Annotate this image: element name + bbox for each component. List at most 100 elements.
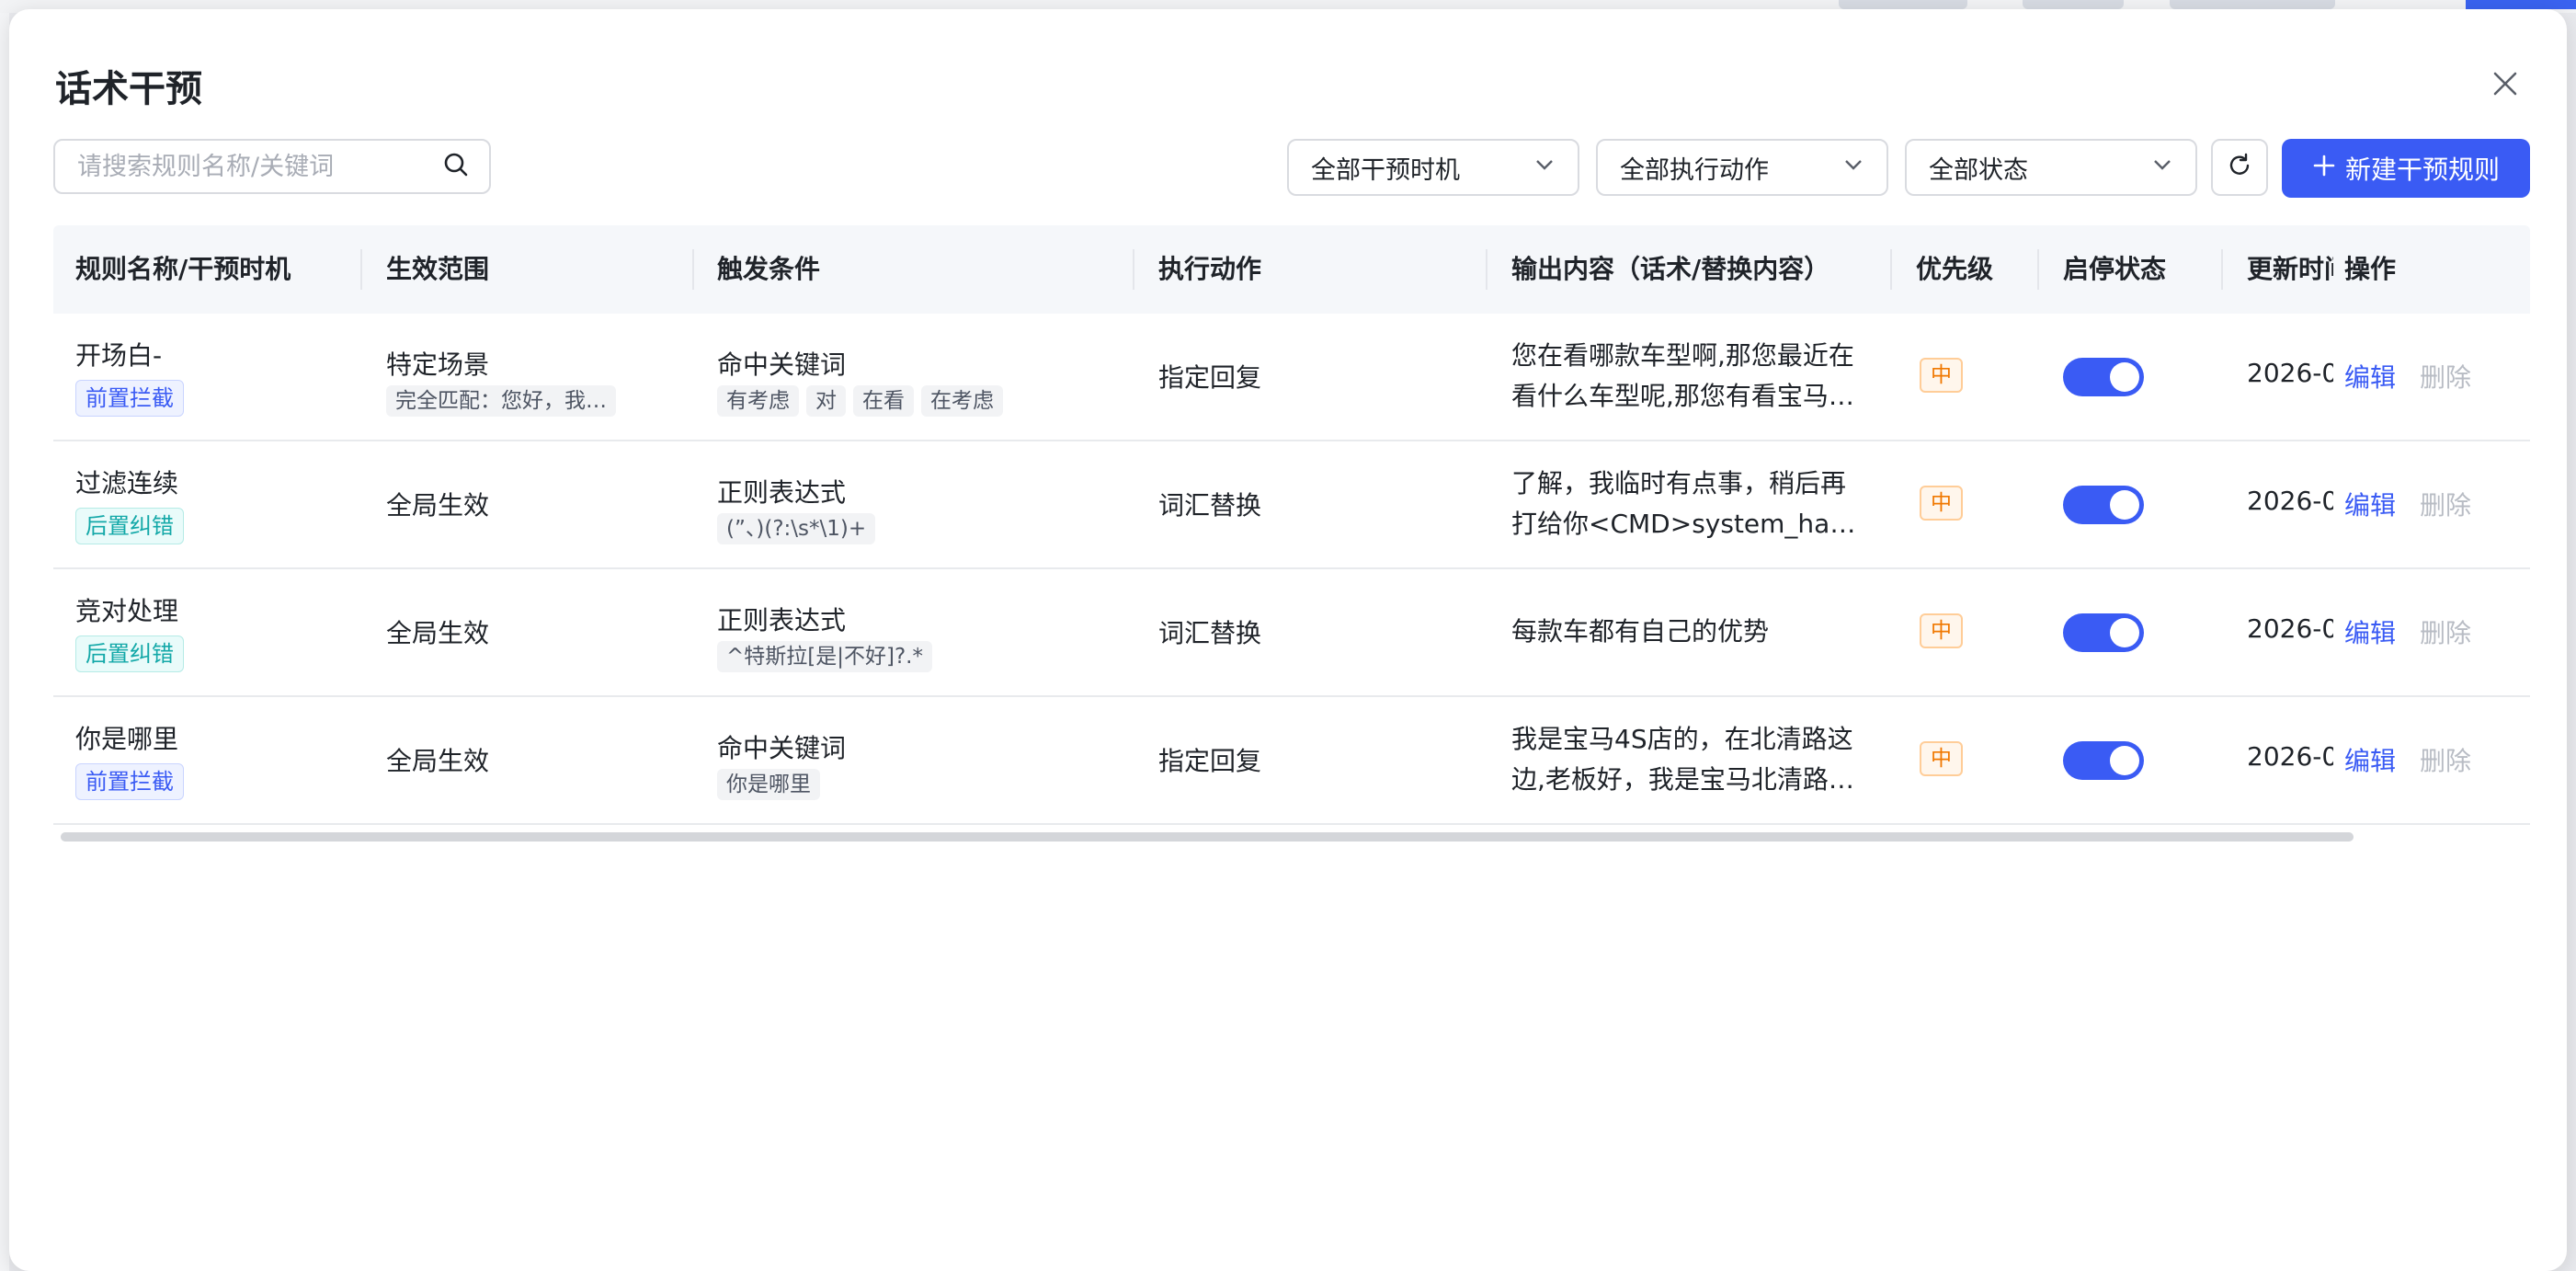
trigger-chips: ^特斯拉[是|不好]?.* [717,641,940,672]
delete-link[interactable]: 删除 [2420,362,2471,393]
scope-cell: 全局生效 [386,741,489,778]
close-icon[interactable] [2491,70,2519,97]
chevron-down-icon [1533,154,1556,182]
status-filter-value: 全部状态 [1929,155,2028,185]
status-toggle[interactable] [2063,486,2144,524]
trigger-cell: 命中关键词 有考虑对在看 在考虑 [717,345,1010,417]
action-text: 指定回复 [1158,746,1262,776]
modal-title: 话术干预 [55,68,202,110]
search-input[interactable] [75,151,443,182]
delete-link[interactable]: 删除 [2420,618,2471,648]
priority-badge: 中 [1920,486,1963,521]
scope-cell: 全局生效 [386,486,489,522]
rule-name: 过滤连续 [75,468,179,498]
table-body: 开场白- 前置拦截 特定场景 完全匹配：您好，我… 命中关键词 有考虑对在看 在考… [53,314,2530,825]
horizontal-scrollbar[interactable] [61,832,2354,842]
trigger-cell: 正则表达式 ^特斯拉[是|不好]?.* [717,601,940,672]
scope-text: 全局生效 [386,490,490,521]
toggle-knob [2110,490,2139,520]
plus-icon [2312,154,2336,184]
priority-badge: 中 [1920,613,1963,648]
priority-cell: 中 [1920,741,1963,776]
scope-cell: 全局生效 [386,613,489,650]
rule-name: 竞对处理 [75,596,179,626]
trigger-chips: (”、)(?:\s*\1)+ [717,513,883,544]
status-cell [2063,358,2144,396]
priority-cell: 中 [1920,486,1963,521]
column-divider [360,249,362,290]
trigger-type: 命中关键词 [717,733,847,763]
trigger-chip: 在看 [853,385,914,417]
trigger-type: 正则表达式 [717,605,847,636]
background-element [1839,0,1967,9]
refresh-icon [2226,152,2253,183]
delete-link[interactable]: 删除 [2420,490,2471,521]
output-cell: 我是宝马4S店的，在北清路这边,老板好，我是宝马北清路… [1511,719,1861,800]
status-cell [2063,741,2144,780]
new-rule-button[interactable]: 新建干预规则 [2282,139,2530,198]
chevron-down-icon [1842,154,1864,182]
scope-cell: 特定场景 完全匹配：您好，我… [386,345,623,417]
trigger-chip: 在考虑 [921,385,1003,417]
column-header-action: 执行动作 [1158,254,1262,284]
status-toggle[interactable] [2063,358,2144,396]
timing-tag: 前置拦截 [75,380,184,417]
timing-tag: 前置拦截 [75,763,184,800]
scope-text: 特定场景 [386,349,490,380]
output-text: 您在看哪款车型啊,那您最近在看什么车型呢,那您有看宝马… [1511,340,1854,411]
edit-link[interactable]: 编辑 [2344,746,2396,776]
operation-cell: 编辑 删除 [2344,358,2471,395]
column-divider [2037,249,2039,290]
refresh-button[interactable] [2211,139,2268,196]
edit-link[interactable]: 编辑 [2344,490,2396,521]
chevron-down-icon [2151,154,2173,182]
column-header-trigger: 触发条件 [717,254,821,284]
priority-badge: 中 [1920,358,1963,393]
column-divider [2221,249,2223,290]
background-element [2170,0,2335,9]
search-box [53,139,491,194]
table-row: 过滤连续 后置纠错 全局生效 正则表达式 (”、)(?:\s*\1)+ 词汇替换… [53,441,2530,569]
output-text: 每款车都有自己的优势 [1511,616,1770,647]
status-toggle[interactable] [2063,613,2144,652]
column-header-updated: 更新时间 [2247,254,2333,284]
status-filter-select[interactable]: 全部状态 [1905,139,2197,196]
table-header: 规则名称/干预时机 生效范围 触发条件 执行动作 输出内容（话术/替换内容） 优… [53,225,2530,314]
background-element [2023,0,2124,9]
rules-table: 规则名称/干预时机 生效范围 触发条件 执行动作 输出内容（话术/替换内容） 优… [53,225,2530,825]
column-divider [1486,249,1487,290]
timing-tag: 后置纠错 [75,508,184,544]
scope-text: 全局生效 [386,746,490,776]
action-filter-select[interactable]: 全部执行动作 [1596,139,1888,196]
rule-name-cell: 你是哪里 前置拦截 [75,719,184,800]
status-toggle[interactable] [2063,741,2144,780]
updated-time: 2026-0 [2247,613,2333,644]
action-text: 词汇替换 [1158,618,1262,648]
rule-name-cell: 过滤连续 后置纠错 [75,464,184,544]
output-cell: 了解，我临时有点事，稍后再打给你<CMD>system_hang… [1511,464,1861,544]
status-cell [2063,613,2144,652]
intervention-modal: 话术干预 全部干预时机 全部执行动作 全部状态 新建干预规则 规则名称/干预时机… [9,9,2567,1271]
trigger-type: 命中关键词 [717,349,847,380]
rule-name: 你是哪里 [75,724,179,754]
search-icon[interactable] [443,152,469,181]
scrollbar-thumb[interactable] [61,832,2354,842]
toggle-knob [2110,746,2139,775]
timing-filter-value: 全部干预时机 [1311,155,1460,185]
timing-filter-select[interactable]: 全部干预时机 [1287,139,1579,196]
priority-cell: 中 [1920,613,1963,648]
rule-name: 开场白- [75,340,163,371]
column-header-priority: 优先级 [1916,254,1994,284]
trigger-cell: 命中关键词 你是哪里 [717,728,846,800]
rule-name-cell: 竞对处理 后置纠错 [75,591,184,672]
updated-time: 2026-0 [2247,486,2333,516]
column-divider [1890,249,1892,290]
trigger-chip: 对 [806,385,846,417]
column-header-scope: 生效范围 [386,254,490,284]
operation-cell: 编辑 删除 [2344,486,2471,522]
delete-link[interactable]: 删除 [2420,746,2471,776]
edit-link[interactable]: 编辑 [2344,618,2396,648]
trigger-chip: (”、)(?:\s*\1)+ [717,513,876,544]
operation-cell: 编辑 删除 [2344,613,2471,650]
edit-link[interactable]: 编辑 [2344,362,2396,393]
